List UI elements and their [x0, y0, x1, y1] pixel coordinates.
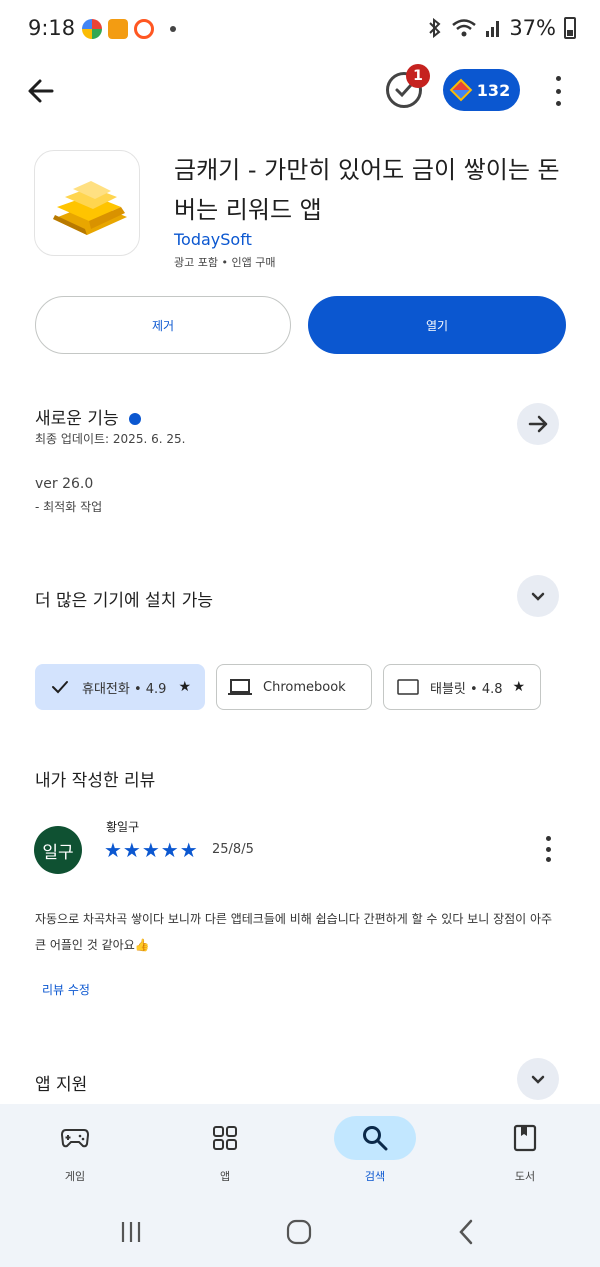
- device-chip-chromebook[interactable]: Chromebook: [216, 664, 372, 710]
- play-points-icon: [449, 78, 473, 102]
- nav-books-label: 도서: [514, 1170, 536, 1183]
- top-app-bar: 1 132: [0, 60, 600, 124]
- device-chip-phone-label: 휴대전화 • 4.9: [82, 681, 167, 697]
- recents-icon[interactable]: [119, 1220, 143, 1244]
- status-time: 9:18: [28, 16, 76, 40]
- more-devices-title: 더 많은 기기에 설치 가능: [35, 591, 214, 611]
- uninstall-button[interactable]: 제거: [35, 296, 291, 354]
- reviewer-name: 황일구: [106, 820, 140, 834]
- last-updated: 최종 업데이트: 2025. 6. 25.: [35, 432, 186, 446]
- notification-badge: 1: [406, 64, 430, 88]
- review-text: 자동으로 차곡차곡 쌓이다 보니까 다른 앱테크들에 비해 쉽습니다 간편하게 …: [35, 912, 553, 952]
- status-indicators: 37%: [427, 16, 576, 40]
- edit-review-link[interactable]: 리뷰 수정: [42, 981, 90, 998]
- review-date: 25/8/5: [212, 842, 254, 857]
- app-title: 금캐기 - 가만히 있어도 금이 쌓이는 돈버는 리워드 앱: [174, 156, 560, 224]
- signal-icon: [486, 21, 500, 37]
- nav-apps-label: 앱: [219, 1170, 231, 1183]
- review-overflow-button[interactable]: [543, 836, 553, 862]
- star-icon: ★: [178, 679, 192, 695]
- developer-link[interactable]: TodaySoft: [174, 230, 252, 249]
- bluetooth-icon: [429, 18, 441, 38]
- app-icon: [34, 150, 140, 256]
- whats-new-title: 새로운 기능: [35, 404, 141, 429]
- more-notifications-dot: [170, 26, 176, 32]
- device-chip-phone[interactable]: 휴대전화 • 4.9 ★: [35, 664, 205, 710]
- status-notification-icons: [82, 19, 176, 39]
- back-arrow-icon[interactable]: [24, 74, 58, 108]
- nav-apps-icon-wrap: [184, 1116, 266, 1160]
- nav-games-icon-wrap: [34, 1116, 116, 1160]
- app-support-expand-button[interactable]: [517, 1058, 559, 1100]
- devices-expand-button[interactable]: [517, 575, 559, 617]
- overflow-menu-button[interactable]: [548, 76, 568, 106]
- book-icon: [513, 1124, 537, 1152]
- tablet-icon: [397, 679, 419, 695]
- nav-books-icon-wrap: [484, 1116, 566, 1160]
- update-note: - 최적화 작업: [35, 500, 103, 514]
- device-chip-tablet-label: 태블릿 • 4.8: [430, 681, 503, 697]
- whats-new-label: 새로운 기능: [35, 409, 119, 429]
- nav-games-label: 게임: [64, 1170, 86, 1183]
- bottom-navigation: 게임 앱 검색 도서: [0, 1104, 600, 1196]
- version-text: ver 26.0: [35, 476, 94, 492]
- device-chip-tablet[interactable]: 태블릿 • 4.8 ★: [383, 664, 541, 710]
- whats-new-arrow-button[interactable]: [517, 403, 559, 445]
- device-chip-chromebook-label: Chromebook: [263, 679, 346, 695]
- system-navigation-bar: [0, 1196, 600, 1267]
- review-rating-stars: ★★★★★: [104, 838, 199, 862]
- chevron-down-icon: [531, 592, 545, 601]
- play-points-value: 132: [476, 80, 511, 100]
- gamepad-icon: [60, 1129, 90, 1148]
- nav-games[interactable]: 게임: [25, 1104, 125, 1196]
- play-points-chip[interactable]: 132: [443, 69, 520, 111]
- nav-search-icon-wrap: [334, 1116, 416, 1160]
- nav-search[interactable]: 검색: [325, 1104, 425, 1196]
- battery-percent: 37%: [509, 16, 556, 40]
- arrow-right-icon: [528, 415, 548, 433]
- search-icon: [363, 1126, 388, 1151]
- nav-books[interactable]: 도서: [475, 1104, 575, 1196]
- star-icon: ★: [512, 679, 526, 695]
- open-button[interactable]: 열기: [308, 296, 566, 354]
- new-indicator-dot: [128, 413, 141, 425]
- nav-search-label: 검색: [364, 1170, 386, 1183]
- wifi-icon: [452, 19, 477, 37]
- notification-app-icon: [108, 19, 128, 39]
- check-icon: [52, 681, 68, 694]
- battery-icon: [564, 17, 576, 39]
- system-back-icon[interactable]: [458, 1219, 474, 1245]
- my-review-title: 내가 작성한 리뷰: [35, 771, 156, 791]
- app-support-title: 앱 지원: [35, 1075, 88, 1095]
- notification-app-icon: [82, 19, 102, 39]
- chevron-down-icon: [531, 1075, 545, 1084]
- status-bar: 9:18 37%: [0, 0, 600, 60]
- notification-ring-icon: [134, 19, 154, 39]
- app-meta-info: 광고 포함 • 인앱 구매: [174, 256, 276, 269]
- apps-grid-icon: [213, 1126, 237, 1150]
- home-icon[interactable]: [286, 1219, 312, 1245]
- laptop-icon: [228, 679, 252, 695]
- gold-bars-icon: [53, 181, 127, 235]
- nav-apps[interactable]: 앱: [175, 1104, 275, 1196]
- avatar: 일구: [34, 826, 82, 874]
